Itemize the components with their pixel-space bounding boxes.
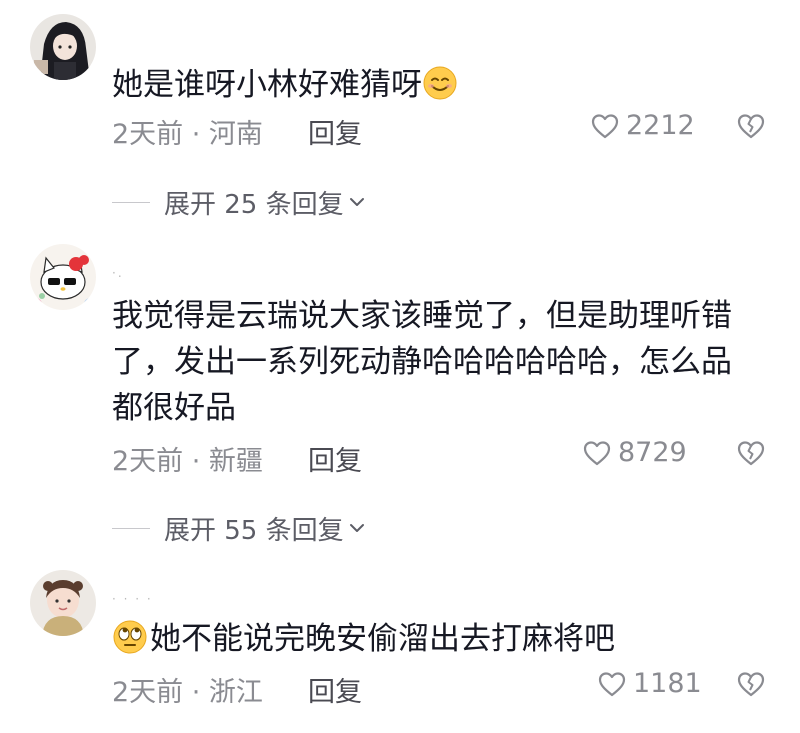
like-button[interactable]: 2212: [590, 110, 695, 141]
divider-line: [112, 201, 150, 203]
divider-line: [112, 527, 150, 529]
time-location: 2天前 · 浙江: [112, 677, 263, 708]
comment-text: 我觉得是云瑞说大家该睡觉了，但是助理听错了，发出一系列死动静哈哈哈哈哈哈，怎么品…: [112, 298, 732, 426]
like-count: 2212: [626, 110, 695, 141]
heart-outline-icon: [598, 671, 626, 696]
dislike-button[interactable]: [735, 668, 767, 707]
heart-outline-icon: [591, 113, 619, 138]
avatar[interactable]: [30, 244, 96, 310]
like-button[interactable]: 1181: [597, 668, 702, 699]
expand-replies-button[interactable]: 展开 55 条回复: [112, 510, 366, 546]
comment-text: 她不能说完晚安偷溜出去打麻将吧: [112, 616, 762, 662]
comment-meta: 2天前 · 新疆 回复 8729: [112, 435, 772, 478]
like-count: 1181: [633, 668, 702, 699]
time-location: 2天前 · 新疆: [112, 446, 263, 477]
like-button[interactable]: 8729: [582, 437, 687, 468]
avatar[interactable]: [30, 14, 96, 80]
username: · · · ·: [112, 592, 153, 606]
heart-outline-icon: [583, 440, 611, 465]
broken-heart-outline-icon: [737, 441, 765, 466]
reply-button[interactable]: 回复: [308, 439, 362, 478]
comment-text: 她是谁呀小林好难猜呀: [112, 62, 762, 108]
comment-meta: 2天前 · 浙江 回复 1181: [112, 666, 772, 709]
smiling-face-emoji-icon: [423, 66, 457, 100]
dislike-button[interactable]: [735, 110, 767, 149]
chevron-down-icon: [349, 198, 364, 206]
time-location: 2天前 · 河南: [112, 119, 263, 150]
reply-button[interactable]: 回复: [308, 112, 362, 151]
comment-meta: 2天前 · 河南 回复 2212: [112, 108, 772, 151]
like-count: 8729: [618, 437, 687, 468]
broken-heart-outline-icon: [737, 114, 765, 139]
chevron-down-icon: [349, 524, 364, 532]
avatar-baby-photo-image: [30, 570, 96, 636]
expand-replies-label: 展开 25 条回复: [164, 189, 344, 220]
expand-replies-label: 展开 55 条回复: [164, 515, 344, 546]
rolling-eyes-emoji-icon: [113, 620, 147, 654]
avatar-hello-kitty-image: [30, 244, 96, 310]
dislike-button[interactable]: [735, 437, 767, 476]
broken-heart-outline-icon: [737, 672, 765, 697]
expand-replies-button[interactable]: 展开 25 条回复: [112, 184, 366, 220]
username: ·.: [112, 266, 124, 280]
avatar[interactable]: [30, 570, 96, 636]
avatar-anime-girl-image: [30, 14, 96, 80]
reply-button[interactable]: 回复: [308, 670, 362, 709]
